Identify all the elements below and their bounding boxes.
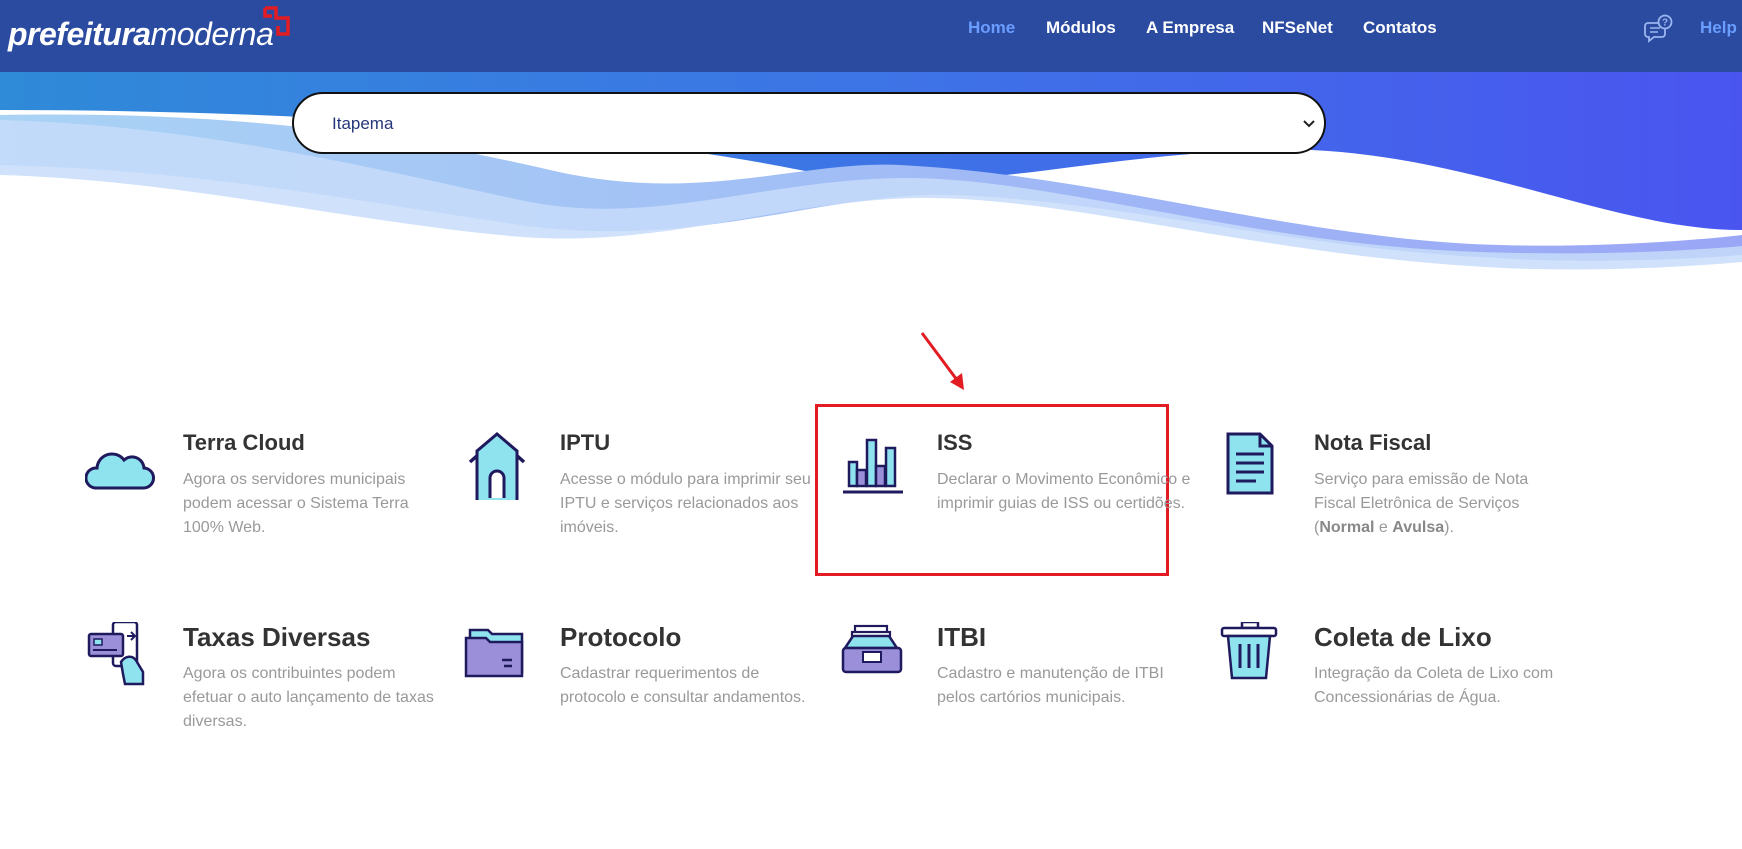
nav-contatos[interactable]: Contatos [1363, 18, 1437, 38]
document-icon [1226, 432, 1274, 495]
module-description: Declarar o Movimento Econômico e imprimi… [937, 471, 1191, 512]
module-card-taxas-diversas[interactable]: Taxas Diversas Agora os contribuintes po… [85, 622, 445, 772]
chevron-down-icon [1303, 120, 1315, 128]
logo-mark-icon [263, 6, 290, 36]
module-card-nota-fiscal[interactable]: Nota Fiscal Serviço para emissão de Nota… [1216, 430, 1576, 580]
module-title: Coleta de Lixo [1314, 622, 1492, 652]
annotation-arrow [920, 332, 964, 390]
house-icon [468, 432, 526, 500]
brand-logo[interactable]: prefeituramoderna [8, 6, 290, 56]
svg-text:?: ? [1662, 18, 1668, 29]
desc-text: ). [1444, 519, 1454, 536]
module-description: Integração da Coleta de Lixo com Concess… [1314, 665, 1554, 706]
module-card-itbi[interactable]: ITBI Cadastro e manutenção de ITBI pelos… [839, 622, 1199, 772]
module-description: Acesse o módulo para imprimir seu IPTU e… [560, 471, 811, 536]
desc-normal: Normal [1319, 519, 1375, 536]
module-title: Protocolo [560, 622, 682, 652]
module-card-terra-cloud[interactable]: Terra Cloud Agora os servidores municipa… [85, 430, 445, 580]
module-title: Terra Cloud [183, 430, 305, 455]
module-card-iptu[interactable]: IPTU Acesse o módulo para imprimir seu I… [462, 430, 822, 580]
nav-modulos[interactable]: Módulos [1046, 18, 1116, 38]
nav-home[interactable]: Home [968, 18, 1015, 38]
help-chat-icon[interactable]: ? [1644, 14, 1674, 44]
nav-a-empresa[interactable]: A Empresa [1146, 18, 1234, 38]
nav-nfsenet[interactable]: NFSeNet [1262, 18, 1333, 38]
module-card-coleta-de-lixo[interactable]: Coleta de Lixo Integração da Coleta de L… [1216, 622, 1576, 772]
folder-icon [464, 628, 524, 678]
brand-logo-light: moderna [150, 16, 274, 52]
inbox-tray-icon [841, 624, 903, 674]
module-description: Cadastrar requerimentos de protocolo e c… [560, 665, 806, 706]
brand-logo-bold: prefeitura [8, 16, 151, 52]
desc-avulsa: Avulsa [1392, 519, 1445, 536]
module-card-iss[interactable]: ISS Declarar o Movimento Econômico e imp… [839, 430, 1199, 580]
module-title: ISS [937, 430, 973, 455]
module-description: Agora os contribuintes podem efetuar o a… [183, 665, 434, 730]
cloud-icon [85, 452, 155, 490]
module-title: ITBI [937, 622, 987, 652]
module-title: Nota Fiscal [1314, 430, 1432, 455]
module-description: Agora os servidores municipais podem ace… [183, 471, 409, 536]
module-description: Serviço para emissão de Nota Fiscal Elet… [1314, 468, 1574, 540]
module-title: Taxas Diversas [183, 622, 371, 652]
trash-can-icon [1220, 622, 1278, 680]
module-title: IPTU [560, 430, 611, 455]
module-card-protocolo[interactable]: Protocolo Cadastrar requerimentos de pro… [462, 622, 822, 772]
municipality-select[interactable]: Itapema [292, 92, 1326, 154]
card-payment-icon [87, 622, 145, 686]
municipality-select-value: Itapema [332, 114, 394, 133]
top-navbar: prefeituramoderna Home Módulos A Empresa… [0, 0, 1742, 72]
module-description: Cadastro e manutenção de ITBI pelos cart… [937, 665, 1164, 706]
help-label[interactable]: Help [1700, 18, 1737, 38]
bar-chart-icon [843, 438, 903, 494]
desc-text: e [1374, 519, 1393, 536]
